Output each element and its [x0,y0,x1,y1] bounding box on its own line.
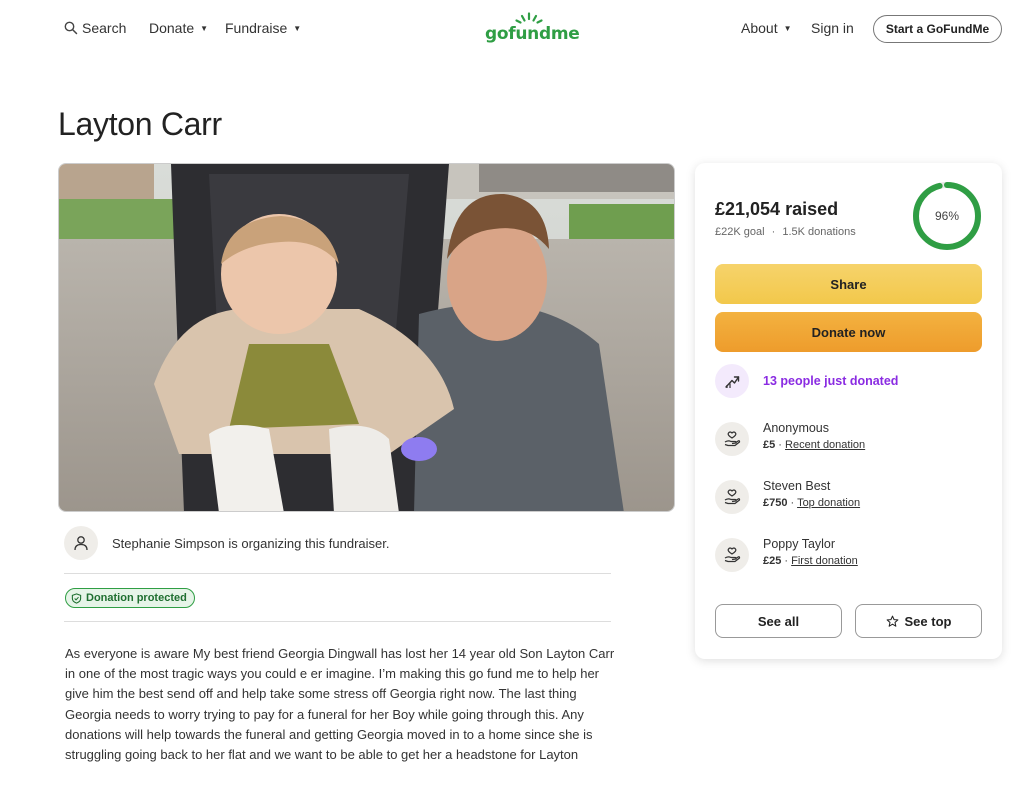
donor-name: Steven Best [763,479,831,493]
list-item: Poppy Taylor £25 · First donation [715,535,858,572]
chevron-down-icon: ▼ [783,23,792,33]
donation-hand-icon [715,480,749,514]
donation-hand-icon [715,538,749,572]
donation-card: £21,054 raised £22K goal · 1.5K donation… [695,163,1002,659]
donor-name: Anonymous [763,421,830,435]
donation-count: 1.5K donations [782,226,856,238]
goal-summary: £22K goal · 1.5K donations [715,226,856,238]
see-top-label: See top [904,613,952,629]
progress-percent: 96% [934,209,960,223]
meta-separator: · [775,439,786,451]
search-label: Search [82,20,127,36]
donation-tag-link[interactable]: First donation [791,555,858,567]
goal-amount: £22K goal [715,226,765,238]
user-icon [74,536,88,551]
donor-meta: £5 · Recent donation [763,439,865,451]
donation-protected-label: Donation protected [86,592,187,604]
campaign-photo[interactable] [58,163,675,512]
search-link[interactable]: Search [64,20,126,36]
meta-separator: · [781,555,792,567]
sign-in-label: Sign in [811,20,854,36]
see-top-button[interactable]: See top [855,604,982,638]
donation-amount: £750 [763,497,788,509]
donation-amount: £25 [763,555,782,567]
recent-activity-row: 13 people just donated [715,364,898,398]
list-item: Steven Best £750 · Top donation [715,477,860,514]
donation-amount: £5 [763,439,776,451]
chevron-down-icon: ▼ [200,23,209,33]
see-all-label: See all [757,613,800,629]
donation-hand-icon [715,422,749,456]
campaign-photo-illustration [59,164,674,511]
trending-up-icon [715,364,749,398]
avatar [64,526,98,560]
organizer-text: Stephanie Simpson is organizing this fun… [112,535,390,551]
logo-wordmark: gofundme [485,24,580,44]
shield-icon [71,592,82,604]
divider [64,573,611,574]
donate-menu[interactable]: Donate ▼ [149,20,208,36]
donor-name: Poppy Taylor [763,537,836,551]
page-title: Layton Carr [58,106,222,142]
fundraise-menu-label: Fundraise [225,20,288,36]
donor-meta: £25 · First donation [763,555,858,567]
donation-tag-link[interactable]: Recent donation [785,439,865,451]
donation-tag-link[interactable]: Top donation [797,497,860,509]
organizer-row: Stephanie Simpson is organizing this fun… [64,526,390,560]
search-icon [64,21,78,35]
amount-raised: £21,054 raised [715,199,839,219]
start-gofundme-button[interactable]: Start a GoFundMe [873,15,1002,43]
see-all-button[interactable]: See all [715,604,842,638]
campaign-story: As everyone is aware My best friend Geor… [65,646,615,763]
donate-menu-label: Donate [149,20,195,36]
share-button[interactable]: Share [715,264,982,304]
about-menu[interactable]: About ▼ [741,20,792,36]
sign-in-link[interactable]: Sign in [811,20,854,36]
goal-separator: · [771,226,776,238]
donate-now-button[interactable]: Donate now [715,312,982,352]
list-item: Anonymous £5 · Recent donation [715,419,865,456]
star-icon [886,615,898,627]
gofundme-logo[interactable]: gofundme [485,12,580,46]
donation-protected-badge[interactable]: Donation protected [65,588,195,608]
meta-separator: · [787,497,798,509]
chevron-down-icon: ▼ [293,23,302,33]
divider [64,621,611,622]
recent-donations-count: 13 people just donated [763,374,899,388]
donor-meta: £750 · Top donation [763,497,860,509]
fundraise-menu[interactable]: Fundraise ▼ [225,20,301,36]
top-navigation: Search Donate ▼ Fundraise ▼ gofundme Abo… [0,0,1024,58]
about-menu-label: About [741,20,778,36]
